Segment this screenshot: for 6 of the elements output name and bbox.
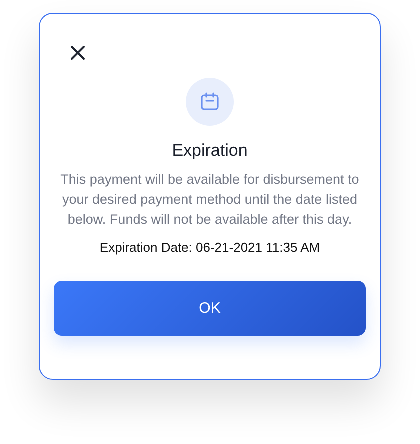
calendar-icon (200, 92, 220, 112)
dialog-message: This payment will be available for disbursement to your desired payment method until the date listed below. Funds will not be available after this day. (60, 171, 360, 229)
expiration-date: Expiration Date: 06-21-2021 11:35 AM (100, 239, 320, 257)
dialog-title: Expiration (172, 140, 248, 162)
close-icon[interactable] (70, 45, 86, 61)
ok-button[interactable]: OK (54, 281, 366, 336)
